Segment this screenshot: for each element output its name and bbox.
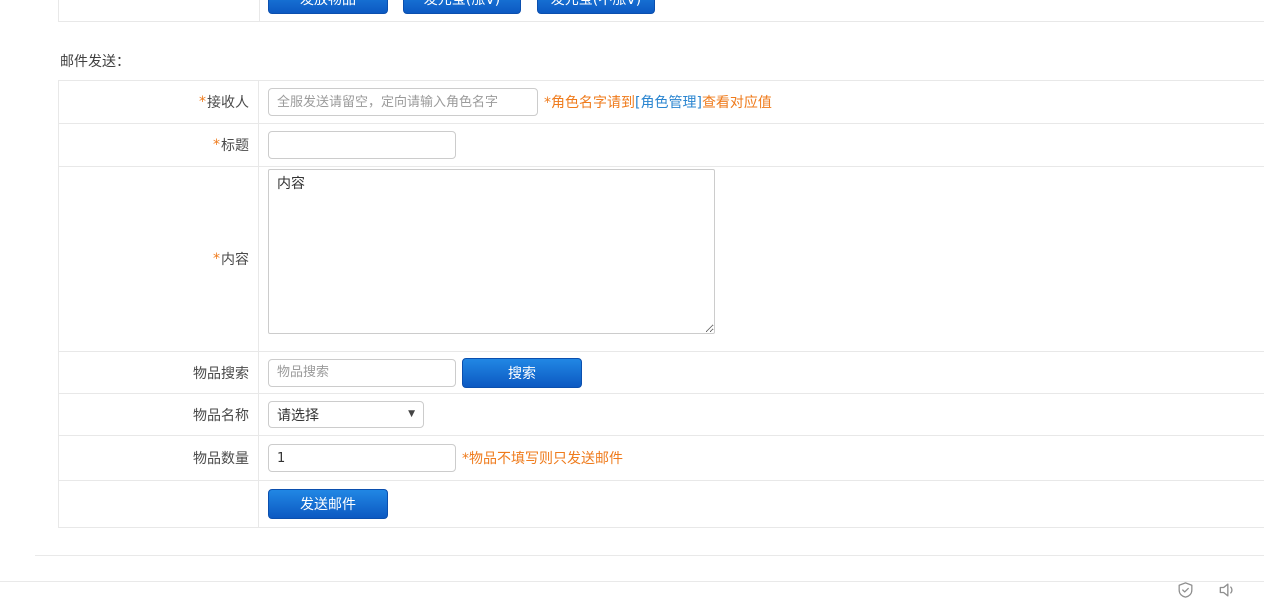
content-row: * 内容 内容 [59, 167, 1264, 352]
item-name-label-text: 物品名称 [193, 405, 249, 425]
required-mark: * [199, 94, 206, 110]
item-count-input[interactable] [268, 444, 456, 472]
content-label: * 内容 [59, 167, 259, 351]
required-mark: * [213, 251, 220, 267]
search-button[interactable]: 搜索 [462, 358, 582, 388]
submit-row: 发送邮件 [59, 481, 1264, 528]
title-row: * 标题 [59, 124, 1264, 167]
content-label-text: 内容 [221, 249, 249, 269]
mail-form: * 接收人 *角色名字请到[角色管理]查看对应值 * 标题 * [58, 80, 1264, 528]
grant-gold-novip-button[interactable]: 发元宝(不涨V) [537, 0, 655, 14]
content-bottom-border [35, 555, 1264, 556]
item-count-hint: *物品不填写则只发送邮件 [462, 448, 623, 468]
hint-suffix: 查看对应值 [702, 95, 772, 111]
page: 发放物品 发元宝(涨V) 发元宝(不涨V) 邮件发送： * 接收人 *角色名字请… [0, 0, 1264, 602]
title-label-text: 标题 [221, 135, 249, 155]
item-search-input[interactable] [268, 359, 456, 387]
receiver-row: * 接收人 *角色名字请到[角色管理]查看对应值 [59, 81, 1264, 124]
role-manage-link[interactable]: [角色管理] [635, 95, 702, 111]
title-label: * 标题 [59, 124, 259, 166]
item-count-row: 物品数量 *物品不填写则只发送邮件 [59, 436, 1264, 481]
item-search-row: 物品搜索 搜索 [59, 352, 1264, 394]
item-search-label-text: 物品搜索 [193, 363, 249, 383]
title-input[interactable] [268, 131, 456, 159]
item-name-row: 物品名称 请选择 ▼ [59, 394, 1264, 436]
footer-top-border [0, 581, 1264, 582]
item-count-label: 物品数量 [59, 436, 259, 480]
item-name-label: 物品名称 [59, 394, 259, 435]
content-textarea[interactable]: 内容 [268, 169, 715, 334]
item-search-label: 物品搜索 [59, 352, 259, 393]
section-title: 邮件发送： [60, 51, 130, 71]
item-name-select[interactable]: 请选择 ▼ [268, 401, 424, 428]
receiver-hint: *角色名字请到[角色管理]查看对应值 [544, 92, 772, 112]
speaker-icon[interactable] [1216, 580, 1238, 600]
receiver-label-text: 接收人 [207, 92, 249, 112]
grant-item-button[interactable]: 发放物品 [268, 0, 388, 14]
dropdown-arrow-icon: ▼ [408, 410, 415, 419]
grant-gold-vip-button[interactable]: 发元宝(涨V) [403, 0, 521, 14]
item-count-label-text: 物品数量 [193, 448, 249, 468]
column-divider [259, 0, 260, 21]
hint-prefix: *角色名字请到 [544, 95, 635, 111]
send-mail-button[interactable]: 发送邮件 [268, 489, 388, 519]
top-actions-row [58, 0, 1264, 22]
receiver-input[interactable] [268, 88, 538, 116]
selected-option: 请选择 [277, 405, 319, 425]
receiver-label: * 接收人 [59, 81, 259, 123]
shield-check-icon[interactable] [1176, 580, 1195, 600]
submit-spacer [59, 481, 259, 527]
required-mark: * [213, 137, 220, 153]
